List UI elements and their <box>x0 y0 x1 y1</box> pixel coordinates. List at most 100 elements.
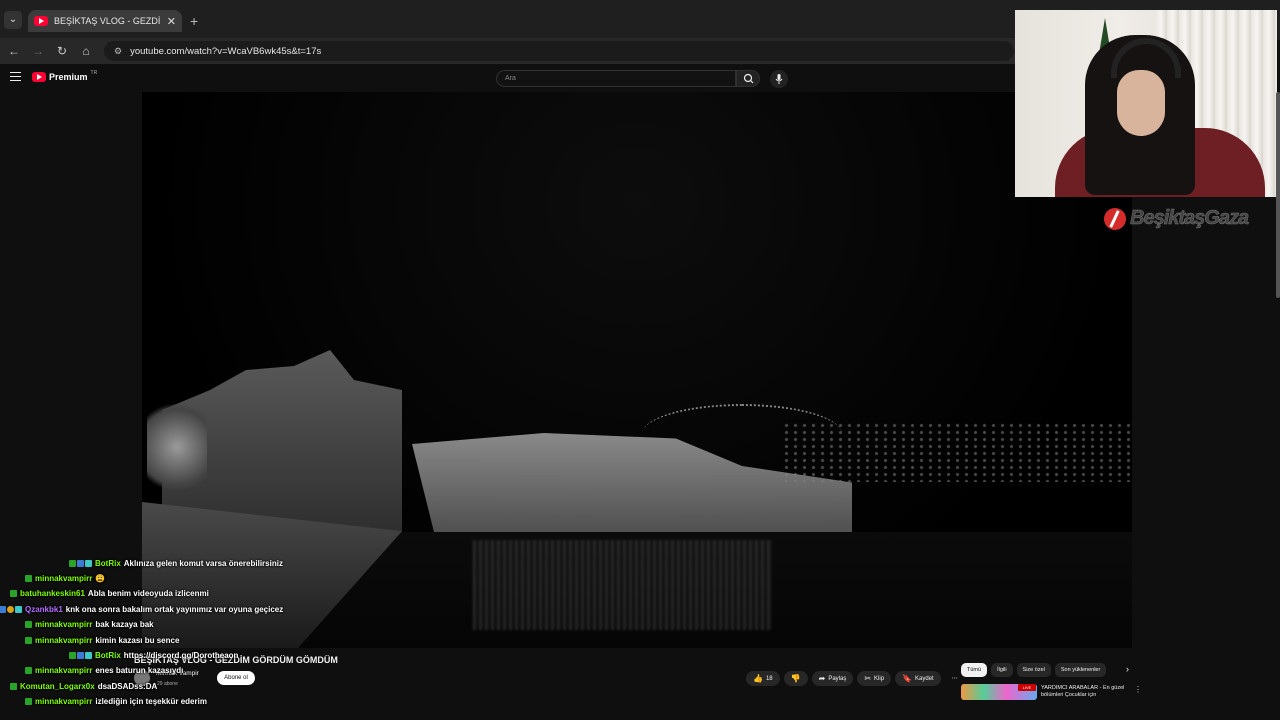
chat-username[interactable]: minnakvampirr <box>35 697 92 706</box>
chat-username[interactable]: BotRix <box>95 559 121 568</box>
chat-username[interactable]: BotRix <box>95 651 121 660</box>
clip-icon: ✂ <box>864 674 872 683</box>
chat-username[interactable]: minnakvampirr <box>35 666 92 675</box>
forward-icon[interactable]: → <box>28 41 48 61</box>
chat-badge-icon <box>85 651 92 659</box>
site-info-icon[interactable]: ⚙ <box>114 46 122 57</box>
browser-tab-active[interactable]: BEŞİKTAŞ VLOG - GEZDİM GÖR ✕ <box>28 10 182 32</box>
chat-text: https://discord.gg/Dorotheaon <box>123 650 239 660</box>
like-button[interactable]: 👍 18 <box>746 671 780 686</box>
share-label: Paylaş <box>828 675 847 682</box>
chip-all[interactable]: Tümü <box>961 663 988 677</box>
chat-username[interactable]: batuhankeskin61 <box>20 589 85 598</box>
search-icon <box>743 73 754 84</box>
thumb-down-icon: 👎 <box>790 674 801 683</box>
chat-badge-icon <box>69 651 76 659</box>
streamer-face <box>1117 70 1165 136</box>
chat-badge-icon <box>0 605 6 613</box>
chip-related[interactable]: İlgili <box>991 663 1013 677</box>
chat-text: enes baturun kazasıydı <box>95 666 184 676</box>
browser-toolbar: ← → ↻ ⌂ ⚙ youtube.com/watch?v=WcaVB6wk45… <box>0 38 1015 64</box>
clip-label: Klip <box>874 675 885 682</box>
chevron-right-icon[interactable]: › <box>1126 664 1129 674</box>
save-icon: 🔖 <box>902 674 913 683</box>
chat-badge-icon <box>25 574 32 582</box>
chat-badges <box>25 621 32 629</box>
chat-username[interactable]: Qzankbk1 <box>25 605 63 614</box>
stream-watermark: BeşiktaşGaza <box>1104 207 1250 230</box>
clip-button[interactable]: ✂ Klip <box>857 671 892 686</box>
youtube-logo[interactable]: Premium TR <box>32 70 98 82</box>
chat-username[interactable]: minnakvampirr <box>35 620 92 629</box>
chat-badge-icon <box>77 559 84 567</box>
tab-close-icon[interactable]: ✕ <box>167 15 176 28</box>
chat-message: minnakvampirr enes baturun kazasıydı <box>25 664 183 678</box>
share-button[interactable]: ➦ Paylaş <box>811 671 854 686</box>
chat-text: 😩 <box>95 573 106 583</box>
chat-message: Qzankbk1 knk ona sonra bakalım ortak yayı… <box>0 602 283 616</box>
chat-badges <box>25 574 32 582</box>
chat-badge-icon <box>25 636 32 644</box>
chat-text: Abla benim videoyuda izlicenmi <box>87 589 209 599</box>
search-input[interactable]: Ara <box>496 70 736 87</box>
chip-for-you[interactable]: Size özel <box>1016 663 1051 677</box>
dislike-button[interactable]: 👎 <box>783 671 808 686</box>
chat-badges <box>0 605 22 613</box>
tab-search-button[interactable]: ⌄ <box>4 11 22 29</box>
watermark-logo-icon <box>1104 207 1126 230</box>
chat-badge-icon <box>77 651 84 659</box>
page-scrollbar[interactable] <box>1276 92 1280 298</box>
chat-badges <box>10 682 17 690</box>
video-player[interactable] <box>142 92 1132 648</box>
chat-badge-icon <box>85 559 92 567</box>
microphone-icon <box>775 74 783 84</box>
video-frame-tree <box>147 392 207 502</box>
chat-text: kimin kazası bu sence <box>95 635 180 645</box>
logo-text: Premium <box>49 72 88 82</box>
save-label: Kaydet <box>915 675 934 682</box>
chip-recent[interactable]: Son yüklenenler <box>1054 663 1107 677</box>
related-chips: Tümü İlgili Size özel Son yüklenenler <box>961 663 1107 677</box>
watermark-text: BeşiktaşGaza <box>1130 207 1250 230</box>
live-badge: LIVE <box>1018 684 1036 691</box>
more-icon: ⋯ <box>951 676 958 682</box>
chat-badges <box>25 667 32 675</box>
chat-username[interactable]: minnakvampirr <box>35 574 92 583</box>
chat-text: Aklınıza gelen komut varsa önerebilirsin… <box>123 558 283 568</box>
home-icon[interactable]: ⌂ <box>76 41 96 61</box>
chat-message: Komutan_Logarx0x dsaDSADss:DA <box>10 679 157 693</box>
voice-search-button[interactable] <box>770 70 788 88</box>
chat-text: knk ona sonra bakalım ortak yayınımız va… <box>65 604 284 614</box>
address-bar[interactable]: ⚙ youtube.com/watch?v=WcaVB6wk45s&t=17s <box>104 41 1014 61</box>
chat-badge-icon <box>25 667 32 675</box>
subscribe-button[interactable]: Abone ol <box>217 671 255 685</box>
chat-message: batuhankeskin61 Abla benim videoyuda izli… <box>10 587 209 601</box>
subscriber-count: 29 abone <box>157 681 178 687</box>
new-tab-icon[interactable]: + <box>190 13 198 29</box>
menu-icon[interactable] <box>10 72 21 81</box>
save-button[interactable]: 🔖 Kaydet <box>895 671 941 686</box>
chat-message: BotRix Aklınıza gelen komut varsa önerebi… <box>69 556 283 570</box>
youtube-favicon-icon <box>34 16 48 26</box>
chat-badge-icon <box>10 590 17 598</box>
chat-badge-icon <box>10 682 17 690</box>
back-icon[interactable]: ← <box>4 41 24 61</box>
chat-message: BotRix https://discord.gg/Dorotheaon <box>69 648 238 662</box>
chat-message: minnakvampirr bak kazaya bak <box>25 618 154 632</box>
chat-username[interactable]: minnakvampirr <box>35 636 92 645</box>
chat-badges <box>69 651 92 659</box>
webcam-overlay <box>1015 10 1277 197</box>
like-count: 18 <box>765 675 773 682</box>
logo-country: TR <box>90 70 98 76</box>
search-button[interactable] <box>736 70 760 87</box>
chat-username[interactable]: Komutan_Logarx0x <box>20 682 95 691</box>
tab-title: BEŞİKTAŞ VLOG - GEZDİM GÖR <box>54 16 161 26</box>
chat-badges <box>25 636 32 644</box>
chat-message: minnakvampirr 😩 <box>25 571 105 585</box>
recommendation-menu-icon[interactable]: ⋮ <box>1134 685 1142 694</box>
recommendation-title[interactable]: YARDIMCI ARABALAR - En güzel bölümleri Ç… <box>1041 685 1131 699</box>
chat-text: bak kazaya bak <box>95 620 154 630</box>
reload-icon[interactable]: ↻ <box>52 41 72 61</box>
url-text: youtube.com/watch?v=WcaVB6wk45s&t=17s <box>130 45 322 57</box>
chat-badge-icon <box>69 559 76 567</box>
